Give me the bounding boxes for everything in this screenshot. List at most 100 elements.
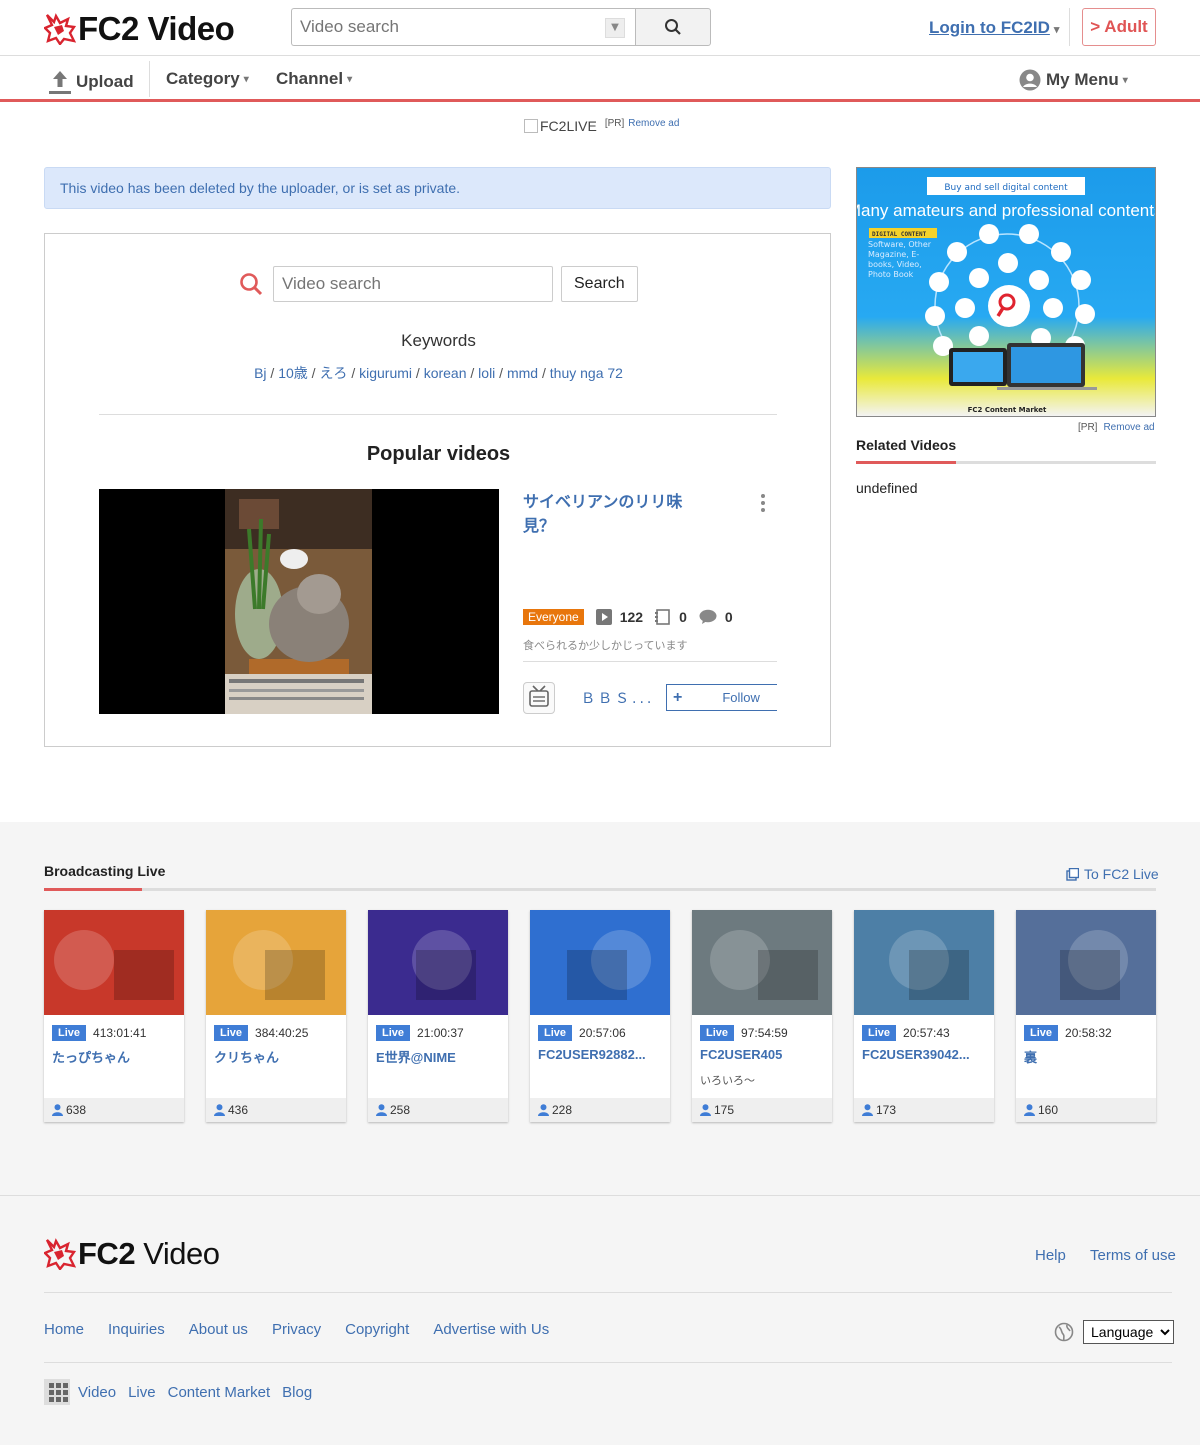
- footer-link-about[interactable]: About us: [189, 1321, 248, 1338]
- ad-tag-text: Buy and sell digital content: [944, 183, 1068, 193]
- footer-link-inquiries[interactable]: Inquiries: [108, 1321, 165, 1338]
- remove-ad-link[interactable]: Remove ad: [1103, 422, 1154, 433]
- header-search-button[interactable]: [635, 8, 711, 46]
- live-badge: Live: [538, 1025, 573, 1041]
- header-search-input[interactable]: [300, 17, 590, 37]
- service-link-content-market[interactable]: Content Market: [168, 1384, 271, 1401]
- nav-channel[interactable]: Channel ▾: [276, 69, 352, 89]
- fc2-video-logo[interactable]: FC2 Video: [44, 10, 235, 48]
- video-title-link[interactable]: サイベリアンのリリ味見？: [523, 490, 703, 538]
- live-card[interactable]: Live 20:57:06 FC2USER92882... 228: [530, 910, 670, 1122]
- live-channel-name[interactable]: FC2USER405: [700, 1047, 826, 1062]
- panel-search-button[interactable]: Search: [561, 266, 638, 302]
- footer-link-copyright[interactable]: Copyright: [345, 1321, 409, 1338]
- fc2-logo-icon: [44, 13, 76, 45]
- live-viewers: 436: [206, 1098, 346, 1122]
- uploader-avatar[interactable]: [523, 682, 555, 714]
- remove-ad-link[interactable]: Remove ad: [628, 118, 679, 129]
- video-stats: Everyone 122 0 0: [523, 609, 733, 625]
- panel-search-input[interactable]: [273, 266, 553, 302]
- service-link-video[interactable]: Video: [78, 1384, 116, 1401]
- live-thumbnail-image: [206, 910, 346, 1015]
- uploader-name[interactable]: ＢＢＳ...: [581, 688, 654, 708]
- service-links: Video Live Content Market Blog: [44, 1379, 324, 1405]
- more-options-icon[interactable]: [761, 494, 767, 515]
- live-duration: 97:54:59: [741, 1026, 788, 1040]
- keyword-link[interactable]: korean: [424, 365, 467, 381]
- live-card[interactable]: Live 20:58:32 裏 160: [1016, 910, 1156, 1122]
- fc2live-ad-image[interactable]: FC2LIVE: [524, 118, 597, 134]
- login-link[interactable]: Login to FC2ID ▾: [929, 18, 1059, 38]
- live-badge: Live: [1024, 1025, 1059, 1041]
- live-meta: Live 384:40:25: [214, 1025, 308, 1041]
- help-link[interactable]: Help: [1035, 1247, 1066, 1264]
- live-card[interactable]: Live 20:57:43 FC2USER39042... 173: [854, 910, 994, 1122]
- keyword-link[interactable]: 10歳: [278, 365, 308, 381]
- live-thumbnail[interactable]: [44, 910, 184, 1015]
- live-thumbnail[interactable]: [692, 910, 832, 1015]
- live-channel-name[interactable]: 裏: [1024, 1047, 1150, 1066]
- keyword-link[interactable]: loli: [478, 365, 495, 381]
- live-card[interactable]: Live 384:40:25 クリちゃん 436: [206, 910, 346, 1122]
- language-select[interactable]: Language: [1083, 1320, 1174, 1344]
- live-channel-name[interactable]: FC2USER39042...: [862, 1047, 988, 1062]
- rating-badge: Everyone: [523, 609, 584, 625]
- ad-headline-text: Many amateurs and professional contents!: [857, 201, 1156, 220]
- footer-link-privacy[interactable]: Privacy: [272, 1321, 321, 1338]
- search-icon: [665, 19, 681, 35]
- divider: [99, 414, 777, 415]
- content-market-ad[interactable]: Buy and sell digital content Many amateu…: [856, 167, 1156, 417]
- header-search: ▼: [291, 8, 711, 46]
- globe-icon: [1054, 1322, 1074, 1342]
- live-card[interactable]: Live 413:01:41 たっぴちゃん 638: [44, 910, 184, 1122]
- footer-logo[interactable]: FC2 Video: [44, 1236, 220, 1272]
- keyword-link[interactable]: Bj: [254, 365, 266, 381]
- live-thumbnail[interactable]: [854, 910, 994, 1015]
- apps-grid-icon[interactable]: [44, 1379, 70, 1405]
- live-channel-name[interactable]: たっぴちゃん: [52, 1047, 178, 1066]
- search-dropdown-icon[interactable]: ▼: [605, 18, 625, 38]
- follow-button[interactable]: + Follow: [666, 684, 777, 711]
- keyword-link[interactable]: mmd: [507, 365, 538, 381]
- to-fc2-live-link[interactable]: To FC2 Live: [1066, 866, 1159, 882]
- live-card[interactable]: Live 97:54:59 FC2USER405 いろいろ〜 175: [692, 910, 832, 1122]
- live-section-title: Broadcasting Live: [44, 863, 166, 879]
- live-badge: Live: [862, 1025, 897, 1041]
- adult-button[interactable]: > Adult: [1082, 8, 1156, 46]
- external-window-icon: [1066, 867, 1079, 881]
- live-subtitle: いろいろ〜: [700, 1074, 755, 1087]
- live-thumbnail[interactable]: [530, 910, 670, 1015]
- nav-category[interactable]: Category ▾: [166, 69, 249, 89]
- live-meta: Live 413:01:41: [52, 1025, 146, 1041]
- live-channel-name[interactable]: E世界@NIME: [376, 1047, 502, 1066]
- keyword-link[interactable]: えろ: [319, 365, 347, 381]
- service-link-blog[interactable]: Blog: [282, 1384, 312, 1401]
- service-link-live[interactable]: Live: [128, 1384, 156, 1401]
- keyword-link[interactable]: kigurumi: [359, 365, 412, 381]
- keyword-link[interactable]: thuy nga 72: [550, 365, 623, 381]
- live-thumbnail[interactable]: [1016, 910, 1156, 1015]
- live-thumbnail[interactable]: [368, 910, 508, 1015]
- live-channel-name[interactable]: クリちゃん: [214, 1047, 340, 1066]
- live-thumbnail-image: [1016, 910, 1156, 1015]
- terms-link[interactable]: Terms of use: [1090, 1247, 1176, 1264]
- live-badge: Live: [52, 1025, 87, 1041]
- live-thumbnail[interactable]: [206, 910, 346, 1015]
- film-icon: [655, 609, 670, 625]
- live-viewers: 258: [368, 1098, 508, 1122]
- live-viewers: 175: [692, 1098, 832, 1122]
- live-meta: Live 21:00:37: [376, 1025, 464, 1041]
- footer-link-home[interactable]: Home: [44, 1321, 84, 1338]
- live-channel-name[interactable]: FC2USER92882...: [538, 1047, 664, 1062]
- live-card[interactable]: Live 21:00:37 E世界@NIME 258: [368, 910, 508, 1122]
- nav-upload[interactable]: Upload: [48, 69, 134, 95]
- nav-my-menu[interactable]: My Menu ▾: [1019, 69, 1128, 91]
- uploader[interactable]: ＢＢＳ...: [523, 682, 654, 714]
- footer-link-advertise[interactable]: Advertise with Us: [433, 1321, 549, 1338]
- live-duration: 21:00:37: [417, 1026, 464, 1040]
- fc2-logo-icon: [44, 1238, 76, 1270]
- video-thumbnail[interactable]: [99, 489, 499, 714]
- live-thumbnail-image: [692, 910, 832, 1015]
- live-meta: Live 20:58:32: [1024, 1025, 1112, 1041]
- live-viewers: 228: [530, 1098, 670, 1122]
